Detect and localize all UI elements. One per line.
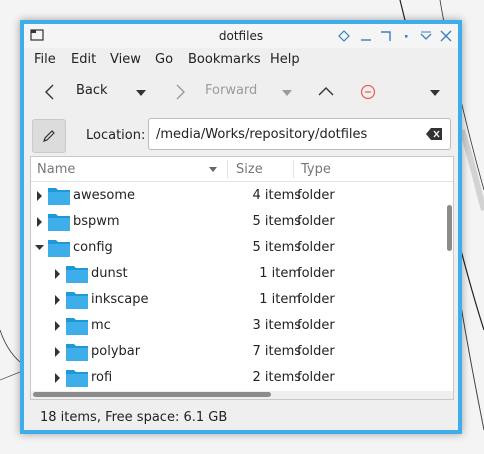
folder-icon [66, 344, 88, 361]
expand-arrow-icon[interactable] [35, 216, 45, 228]
forward-button[interactable]: Forward [205, 83, 257, 98]
stop-icon[interactable] [360, 84, 376, 100]
horizontal-scrollbar[interactable] [31, 391, 453, 399]
expand-arrow-icon[interactable] [53, 268, 63, 280]
expand-arrow-icon[interactable] [35, 190, 45, 202]
minimize-icon[interactable] [358, 28, 374, 44]
folder-icon [48, 188, 70, 205]
table-row[interactable]: config 5 items folder [31, 235, 453, 261]
item-size: 7 items [252, 344, 301, 359]
menu-go[interactable]: Go [155, 52, 173, 67]
menu-dot-icon[interactable] [398, 28, 414, 44]
menu-edit[interactable]: Edit [71, 52, 96, 67]
location-input[interactable]: /media/Works/repository/dotfiles [148, 118, 451, 150]
up-arrow-icon[interactable] [318, 86, 334, 96]
folder-icon [66, 266, 88, 283]
menubar: File Edit View Go Bookmarks Help [24, 48, 458, 70]
shade-icon[interactable] [418, 28, 434, 44]
vertical-scroll-thumb[interactable] [447, 205, 452, 251]
item-size: 1 item [259, 266, 301, 281]
item-name: polybar [91, 344, 141, 359]
expand-arrow-icon[interactable] [53, 294, 63, 306]
table-row[interactable]: dunst 1 item folder [31, 261, 453, 287]
item-size: 3 items [252, 318, 301, 333]
item-size: 1 item [259, 292, 301, 307]
status-bar: 18 items, Free space: 6.1 GB [24, 406, 458, 430]
item-size: 4 items [252, 188, 301, 203]
keep-above-icon[interactable] [336, 28, 352, 44]
item-type: folder [297, 240, 335, 255]
table-row[interactable]: bspwm 5 items folder [31, 209, 453, 235]
maximize-icon[interactable] [378, 28, 394, 44]
table-row[interactable]: polybar 7 items folder [31, 339, 453, 365]
item-size: 2 items [252, 370, 301, 385]
forward-arrow-icon[interactable] [174, 84, 186, 100]
toolbar-overflow-icon[interactable] [430, 90, 440, 96]
item-name: bspwm [73, 214, 120, 229]
item-name: rofi [91, 370, 113, 385]
item-name: mc [91, 318, 111, 333]
window-content: dotfiles File Edit View Go Bookmarks Hel… [24, 24, 458, 430]
expand-arrow-icon[interactable] [53, 372, 63, 384]
folder-icon [66, 318, 88, 335]
expand-arrow-icon[interactable] [53, 320, 63, 332]
item-name: inkscape [91, 292, 149, 307]
vertical-scrollbar[interactable] [445, 181, 453, 387]
location-bar: Location: /media/Works/repository/dotfil… [24, 116, 458, 156]
collapse-arrow-icon[interactable] [35, 242, 45, 254]
pencil-icon [43, 130, 55, 142]
menu-view[interactable]: View [110, 52, 141, 67]
back-dropdown-icon[interactable] [136, 90, 146, 96]
item-name: awesome [73, 188, 135, 203]
toolbar: Back Forward [24, 74, 458, 110]
horizontal-scroll-thumb[interactable] [33, 392, 271, 397]
item-type: folder [297, 188, 335, 203]
item-type: folder [297, 214, 335, 229]
location-label: Location: [86, 128, 146, 143]
table-row[interactable]: rofi 2 items folder [31, 365, 453, 391]
menu-help[interactable]: Help [270, 52, 300, 67]
file-manager-window: dotfiles File Edit View Go Bookmarks Hel… [20, 20, 462, 434]
item-name: config [73, 240, 113, 255]
status-text: 18 items, Free space: 6.1 GB [40, 410, 228, 425]
item-size: 5 items [252, 214, 301, 229]
column-type[interactable]: Type [301, 162, 331, 177]
location-value: /media/Works/repository/dotfiles [156, 127, 368, 142]
folder-icon [48, 214, 70, 231]
back-button[interactable]: Back [76, 83, 108, 98]
folder-icon [48, 240, 70, 257]
folder-icon [66, 292, 88, 309]
table-row[interactable]: inkscape 1 item folder [31, 287, 453, 313]
titlebar[interactable]: dotfiles [24, 24, 458, 48]
table-row[interactable]: awesome 4 items folder [31, 183, 453, 209]
column-name[interactable]: Name [37, 162, 75, 177]
back-arrow-icon[interactable] [44, 84, 56, 100]
column-header: Name Size Type [31, 157, 453, 182]
column-separator[interactable] [293, 160, 294, 178]
clear-location-icon[interactable] [426, 128, 442, 140]
forward-dropdown-icon[interactable] [282, 90, 292, 96]
folder-icon [66, 370, 88, 387]
sort-arrow-icon [209, 167, 217, 172]
item-type: folder [297, 370, 335, 385]
menu-bookmarks[interactable]: Bookmarks [188, 52, 261, 67]
close-icon[interactable] [438, 28, 454, 44]
item-type: folder [297, 344, 335, 359]
file-list-view[interactable]: Name Size Type awesome 4 items folder bspwm… [30, 156, 454, 400]
edit-location-button[interactable] [32, 119, 66, 153]
item-type: folder [297, 292, 335, 307]
item-size: 5 items [252, 240, 301, 255]
menu-file[interactable]: File [34, 52, 56, 67]
column-separator[interactable] [227, 160, 228, 178]
item-type: folder [297, 318, 335, 333]
item-type: folder [297, 266, 335, 281]
table-row[interactable]: mc 3 items folder [31, 313, 453, 339]
item-name: dunst [91, 266, 128, 281]
column-size[interactable]: Size [236, 162, 263, 177]
expand-arrow-icon[interactable] [53, 346, 63, 358]
